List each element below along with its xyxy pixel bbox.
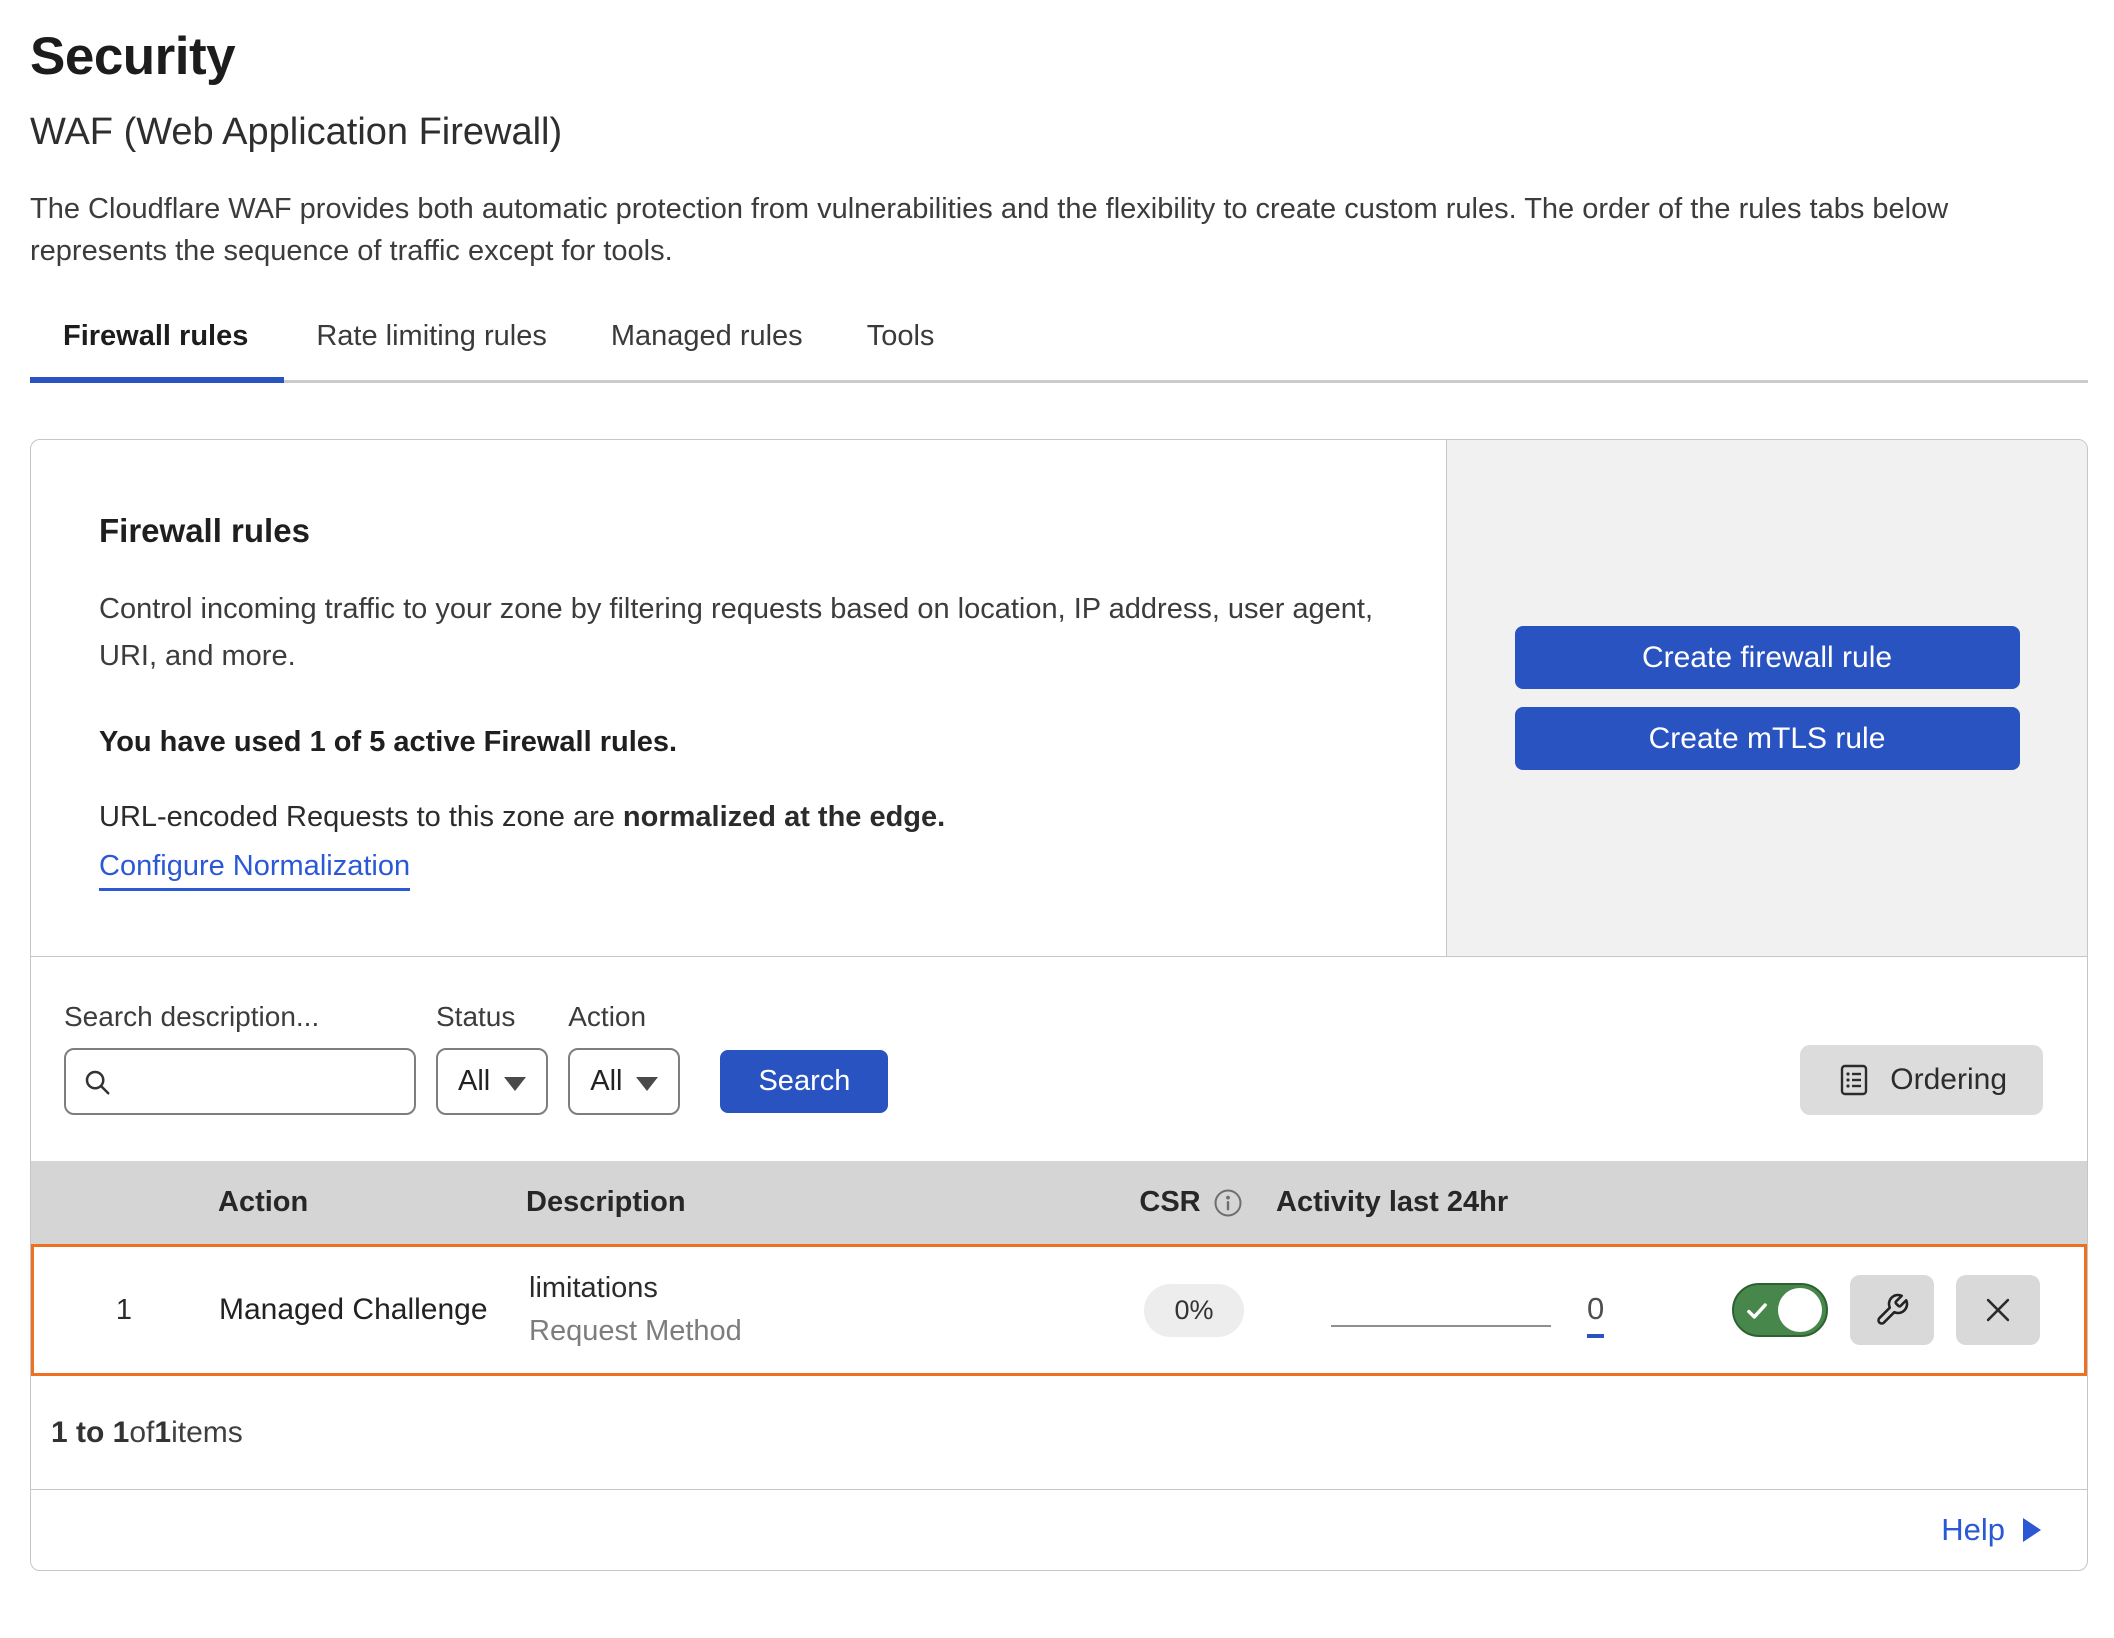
csr-header-label: CSR <box>1139 1186 1200 1219</box>
rule-enabled-toggle[interactable] <box>1732 1283 1828 1337</box>
card-title: Firewall rules <box>99 512 1386 550</box>
status-dropdown-value: All <box>458 1065 490 1098</box>
table-header-activity: Activity last 24hr <box>1276 1186 1696 1219</box>
action-filter-group: Action All <box>568 1001 680 1115</box>
table-header-description: Description <box>526 1186 1106 1219</box>
search-label: Search description... <box>64 1001 416 1033</box>
tab-tools[interactable]: Tools <box>835 304 967 380</box>
firewall-rules-info-section: Firewall rules Control incoming traffic … <box>31 440 2087 957</box>
page-description: The Cloudflare WAF provides both automat… <box>30 188 2060 272</box>
rule-controls <box>1699 1275 2084 1345</box>
card-footer: Help <box>31 1490 2087 1570</box>
status-filter-group: Status All <box>436 1001 548 1115</box>
help-link[interactable]: Help <box>1941 1512 2043 1548</box>
rule-description[interactable]: limitations <box>529 1272 1109 1305</box>
page-subtitle: WAF (Web Application Firewall) <box>30 111 2088 154</box>
tab-label: Firewall rules <box>63 320 248 352</box>
rule-csr-cell: 0% <box>1109 1284 1279 1337</box>
activity-count-link[interactable]: 0 <box>1587 1291 1604 1338</box>
pagination-items: items <box>171 1416 243 1450</box>
search-icon <box>82 1067 112 1097</box>
tab-label: Managed rules <box>611 320 803 352</box>
firewall-rules-info: Firewall rules Control incoming traffic … <box>31 440 1446 956</box>
table-header-action: Action <box>206 1186 526 1219</box>
tab-managed-rules[interactable]: Managed rules <box>579 304 835 380</box>
wrench-icon <box>1874 1292 1910 1328</box>
rule-activity-cell: 0 <box>1279 1287 1699 1334</box>
help-arrow-icon <box>2021 1516 2043 1544</box>
ordering-button-label: Ordering <box>1890 1063 2007 1097</box>
create-firewall-rule-button[interactable]: Create firewall rule <box>1515 626 2020 689</box>
ordering-button[interactable]: Ordering <box>1800 1045 2043 1115</box>
tab-rate-limiting-rules[interactable]: Rate limiting rules <box>284 304 578 380</box>
action-dropdown[interactable]: All <box>568 1048 680 1115</box>
configure-normalization-link[interactable]: Configure Normalization <box>99 850 410 891</box>
csr-badge: 0% <box>1144 1284 1243 1337</box>
table-header: Action Description CSR Activity last 24h… <box>31 1161 2087 1244</box>
rule-actions-panel: Create firewall rule Create mTLS rule <box>1446 440 2087 956</box>
normalization-text: URL-encoded Requests to this zone are <box>99 801 623 833</box>
help-label: Help <box>1941 1512 2005 1548</box>
action-label: Action <box>568 1001 680 1033</box>
filter-bar: Search description... Status All Action <box>31 957 2087 1161</box>
activity-sparkline <box>1331 1325 1551 1327</box>
status-label: Status <box>436 1001 548 1033</box>
toggle-knob <box>1778 1288 1822 1332</box>
normalization-bold: normalized at the edge. <box>623 801 945 833</box>
chevron-down-icon <box>504 1077 526 1091</box>
pagination: 1 to 1 of 1 items <box>31 1376 2087 1490</box>
delete-rule-button[interactable] <box>1956 1275 2040 1345</box>
search-filter-group: Search description... <box>64 1001 416 1115</box>
edit-rule-button[interactable] <box>1850 1275 1934 1345</box>
table-header-csr: CSR <box>1106 1186 1276 1219</box>
pagination-of: of <box>129 1416 154 1450</box>
firewall-rules-card: Firewall rules Control incoming traffic … <box>30 439 2088 1571</box>
normalization-note: URL-encoded Requests to this zone are no… <box>99 801 1386 834</box>
tab-label: Rate limiting rules <box>316 320 546 352</box>
tab-firewall-rules[interactable]: Firewall rules <box>30 304 284 380</box>
create-mtls-rule-button[interactable]: Create mTLS rule <box>1515 707 2020 770</box>
ordering-list-icon <box>1836 1062 1872 1098</box>
rule-priority: 1 <box>34 1294 174 1327</box>
waf-tabs: Firewall rules Rate limiting rules Manag… <box>30 304 2088 383</box>
search-box <box>64 1048 416 1115</box>
rule-action: Managed Challenge <box>209 1293 529 1327</box>
action-dropdown-value: All <box>590 1065 622 1098</box>
search-input[interactable] <box>124 1065 398 1099</box>
table-row: 1 Managed Challenge limitations Request … <box>31 1244 2087 1376</box>
page-title: Security <box>30 26 2088 87</box>
rule-description-cell: limitations Request Method <box>529 1272 1109 1348</box>
close-icon <box>1981 1293 2015 1327</box>
info-icon[interactable] <box>1213 1188 1243 1218</box>
chevron-down-icon <box>636 1077 658 1091</box>
check-icon <box>1744 1298 1770 1324</box>
security-waf-page: Security WAF (Web Application Firewall) … <box>0 0 2114 1571</box>
rule-expression-summary: Request Method <box>529 1315 1109 1348</box>
pagination-range: 1 to 1 <box>51 1416 129 1450</box>
pagination-count: 1 <box>154 1416 171 1450</box>
usage-summary: You have used 1 of 5 active Firewall rul… <box>99 726 1386 759</box>
card-description: Control incoming traffic to your zone by… <box>99 586 1386 680</box>
status-dropdown[interactable]: All <box>436 1048 548 1115</box>
tab-label: Tools <box>867 320 935 352</box>
search-button[interactable]: Search <box>720 1050 888 1113</box>
